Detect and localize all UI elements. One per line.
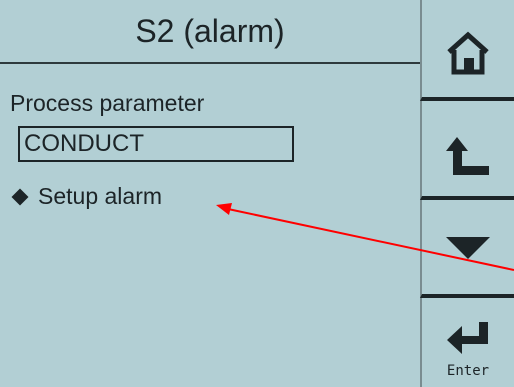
enter-label: Enter	[446, 363, 490, 379]
home-icon	[447, 31, 489, 75]
down-triangle-icon	[446, 237, 490, 259]
display-screen: S2 (alarm) Process parameter CONDUCT Set…	[0, 0, 420, 387]
title-divider	[0, 62, 420, 64]
screen-title: S2 (alarm)	[135, 13, 285, 49]
selection-diamond-icon	[11, 188, 29, 205]
parameter-value-field[interactable]: CONDUCT	[18, 126, 294, 162]
enter-icon	[447, 322, 488, 354]
back-arrow-icon	[446, 137, 489, 175]
home-button[interactable]	[420, 0, 514, 101]
back-button[interactable]	[420, 101, 514, 200]
menu-item-setup-alarm[interactable]: Setup alarm	[10, 183, 162, 210]
down-button[interactable]	[420, 200, 514, 298]
parameter-label: Process parameter	[10, 90, 205, 116]
menu-item-label: Setup alarm	[38, 183, 163, 209]
enter-button[interactable]: Enter	[420, 298, 514, 387]
softkey-panel: Enter	[420, 0, 514, 387]
